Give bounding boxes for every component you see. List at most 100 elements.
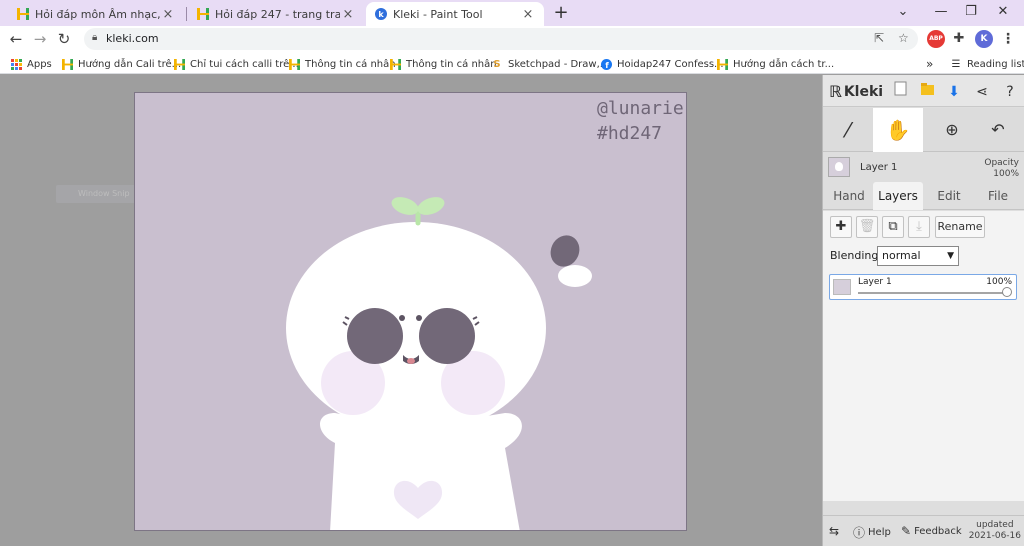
add-layer-button[interactable]: ✚: [830, 216, 852, 238]
right-glasses-lens: [419, 308, 475, 364]
bookmark-label: Thông tin cá nhân: [305, 58, 396, 70]
facebook-icon: f: [600, 58, 612, 70]
layer-list-item[interactable]: Layer 1 100%: [829, 274, 1017, 300]
sketchpad-icon: S: [493, 58, 501, 70]
open-folder-icon[interactable]: [916, 81, 938, 103]
extensions-puzzle-icon[interactable]: ✚: [950, 30, 968, 48]
forward-arrow-icon[interactable]: →: [29, 29, 51, 49]
chevron-down-icon: ▼: [947, 251, 954, 261]
layer-item-thumbnail: [833, 279, 851, 295]
blending-select[interactable]: normal ▼: [877, 246, 959, 266]
bookmark-chi-tui-cach[interactable]: Chỉ tui cách calli trê...: [173, 56, 299, 72]
reading-list-button[interactable]: ☰ Reading list: [950, 56, 1024, 72]
hand-tool-icon[interactable]: ✋: [873, 108, 923, 152]
bookmark-label: Hướng dẫn Cali trê...: [78, 58, 182, 70]
kleki-side-panel: ℝ Kleki ⬇ ⋖ ? ⁄ ✋ ⊕ ↶ Layer 1 Opacity 100…: [822, 75, 1024, 546]
current-layer-name: Layer 1: [860, 162, 898, 173]
svg-text:f: f: [605, 61, 609, 70]
delete-layer-icon[interactable]: 🗑︎: [856, 216, 878, 238]
tab-kleki[interactable]: k Kleki - Paint Tool ×: [366, 2, 544, 26]
tab-search-icon[interactable]: ⌄: [888, 2, 918, 22]
swap-arrows-icon: ⇆: [829, 524, 840, 538]
opacity-readout: Opacity 100%: [984, 158, 1019, 180]
new-image-icon[interactable]: [889, 81, 911, 103]
back-arrow-icon[interactable]: ←: [5, 29, 27, 49]
more-bookmarks-button[interactable]: »: [926, 56, 933, 72]
hoidap-icon: [196, 8, 209, 21]
tab-hoidap-am-nhac[interactable]: Hỏi đáp môn Âm nhạc, Mỹ thuật ×: [8, 2, 184, 26]
tab-edit[interactable]: Edit: [927, 182, 971, 210]
bookmark-huong-dan-cach[interactable]: Hướng dẫn cách tr...: [716, 56, 834, 72]
minimize-icon[interactable]: —: [926, 2, 956, 22]
bookmark-thong-tin-1[interactable]: Thông tin cá nhân: [288, 56, 396, 72]
bookmark-thong-tin-2[interactable]: Thông tin cá nhân: [389, 56, 497, 72]
swap-side-button[interactable]: ⇆: [829, 524, 842, 538]
tab-hand[interactable]: Hand: [827, 182, 871, 210]
bookmark-hoidap247-confess[interactable]: f Hoidap247 Confess...: [600, 56, 724, 72]
bookmark-apps[interactable]: Apps: [10, 56, 52, 72]
hoidap-icon: [173, 58, 185, 70]
hoidap-icon: [716, 58, 728, 70]
logo-text: Kleki: [843, 83, 884, 100]
tab-file[interactable]: File: [975, 182, 1021, 210]
character-head: [286, 222, 546, 434]
svg-text:k: k: [378, 10, 384, 19]
bookmark-label: Hướng dẫn cách tr...: [733, 58, 835, 70]
drawing-canvas[interactable]: @lunarie #hd247: [134, 92, 687, 531]
bookmark-label: Hoidap247 Confess...: [617, 58, 724, 70]
brush-tool-icon[interactable]: ⁄: [823, 108, 873, 152]
download-icon[interactable]: ⬇: [943, 81, 965, 103]
menu-dots-icon[interactable]: ⋮: [999, 30, 1017, 48]
updated-label: updated: [976, 520, 1014, 530]
profile-avatar[interactable]: K: [975, 30, 993, 48]
updated-info: updated 2021-06-16: [969, 520, 1021, 542]
browser-toolbar: ← → ↻ 🔒︎ kleki.com ⇱ ☆ ABP ✚ K ⋮: [0, 26, 1024, 52]
help-button[interactable]: ⓘ Help: [853, 524, 891, 541]
left-glasses-lens: [347, 308, 403, 364]
close-icon[interactable]: ×: [340, 7, 356, 22]
help-circle-icon[interactable]: ?: [999, 81, 1021, 103]
panel-tabs: Hand Layers Edit File: [823, 182, 1024, 210]
duplicate-layer-icon[interactable]: ⧉: [882, 216, 904, 238]
share-icon[interactable]: ⋖: [971, 81, 993, 103]
bookmark-sketchpad[interactable]: S Sketchpad - Draw,...: [491, 56, 609, 72]
help-label: Help: [868, 527, 891, 538]
feedback-button[interactable]: ✎ Feedback: [901, 524, 962, 538]
bookmark-huong-dan-cali[interactable]: Hướng dẫn Cali trê...: [61, 56, 181, 72]
kleki-logo[interactable]: ℝ Kleki: [829, 82, 883, 101]
merge-down-icon[interactable]: ⤓: [908, 216, 930, 238]
tab-title: Hỏi đáp 247 - trang tra loi: [215, 7, 340, 21]
opacity-value: 100%: [993, 169, 1019, 179]
restore-icon[interactable]: ❐: [956, 2, 986, 22]
updated-date: 2021-06-16: [968, 531, 1021, 541]
adblock-icon[interactable]: ABP: [927, 30, 945, 48]
tab-separator: [186, 7, 187, 21]
close-icon[interactable]: ×: [160, 7, 176, 22]
bookmark-label: Apps: [27, 58, 52, 70]
share-icon[interactable]: ⇱: [874, 31, 884, 45]
layer-opacity-knob[interactable]: [1002, 287, 1012, 297]
star-icon[interactable]: ☆: [898, 31, 909, 45]
blending-value: normal: [882, 249, 921, 262]
undo-icon[interactable]: ↶: [973, 108, 1023, 152]
close-window-icon[interactable]: ✕: [988, 2, 1018, 22]
kleki-icon: k: [374, 8, 387, 21]
layer-opacity-track[interactable]: [858, 292, 1006, 294]
blending-label: Blending: [830, 249, 879, 262]
tab-hoidap-247[interactable]: Hỏi đáp 247 - trang tra loi ×: [188, 2, 364, 26]
canvas-workspace[interactable]: Window Snip @lunarie #hd247: [0, 75, 822, 546]
new-tab-button[interactable]: +: [551, 3, 571, 23]
watermark-handle: @lunarie: [597, 98, 684, 119]
zoom-in-icon[interactable]: ⊕: [927, 108, 977, 152]
address-bar[interactable]: 🔒︎ kleki.com ⇱ ☆: [84, 28, 918, 50]
browser-tab-strip: Hỏi đáp môn Âm nhạc, Mỹ thuật × Hỏi đáp …: [0, 0, 1024, 26]
reload-icon[interactable]: ↻: [53, 29, 75, 49]
tab-layers[interactable]: Layers: [873, 182, 923, 210]
current-layer-info: Layer 1 Opacity 100%: [823, 153, 1024, 181]
rename-button[interactable]: Rename: [935, 216, 985, 238]
layer-item-name: Layer 1: [858, 277, 892, 287]
close-icon[interactable]: ×: [520, 7, 536, 22]
watermark-hashtag: #hd247: [597, 123, 663, 144]
tab-title: Hỏi đáp môn Âm nhạc, Mỹ thuật: [35, 7, 160, 21]
lock-icon: 🔒︎: [92, 32, 98, 43]
